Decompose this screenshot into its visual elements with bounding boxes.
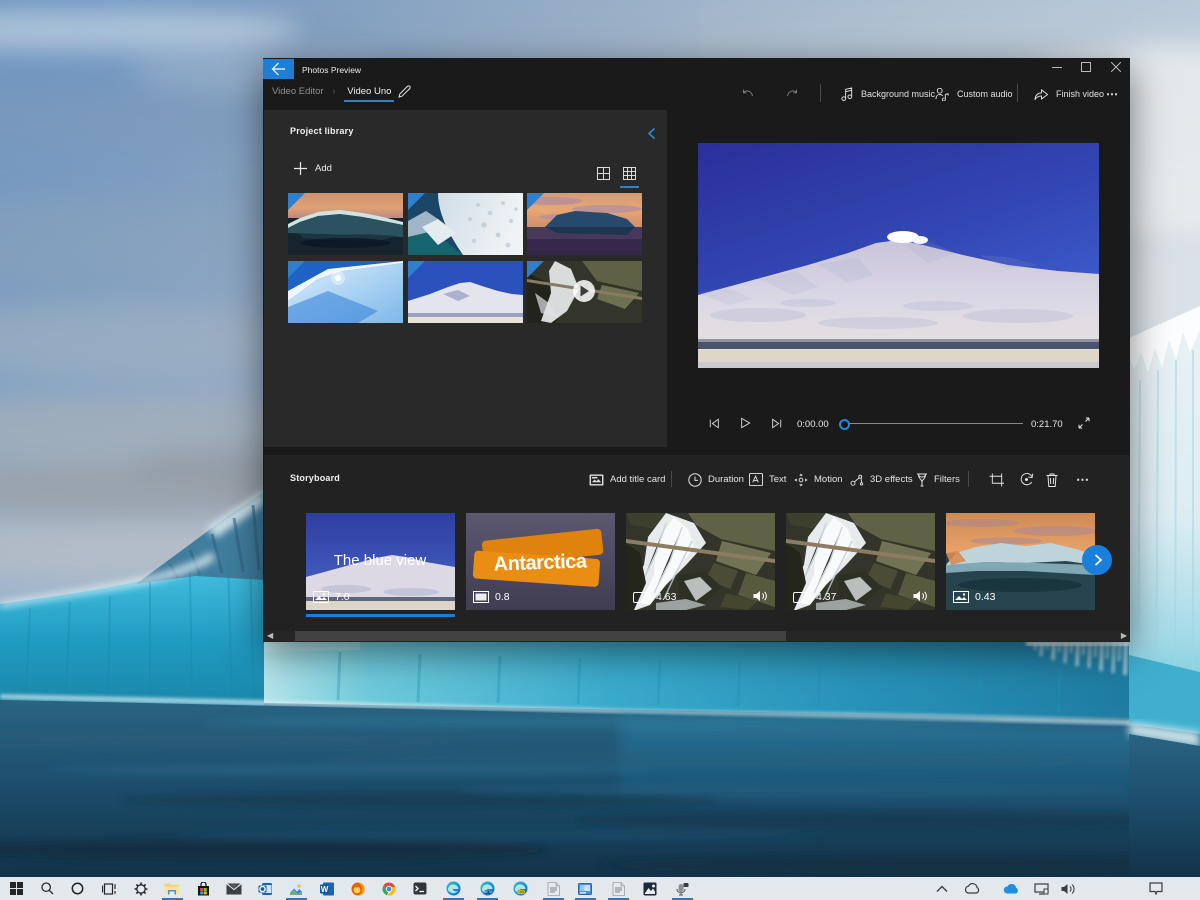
svg-text:Antarctica: Antarctica — [493, 550, 588, 575]
svg-text:BETA: BETA — [483, 890, 492, 894]
svg-text:The blue view: The blue view — [334, 552, 427, 569]
svg-text:CAN: CAN — [517, 890, 524, 894]
svg-text:W: W — [321, 884, 329, 893]
